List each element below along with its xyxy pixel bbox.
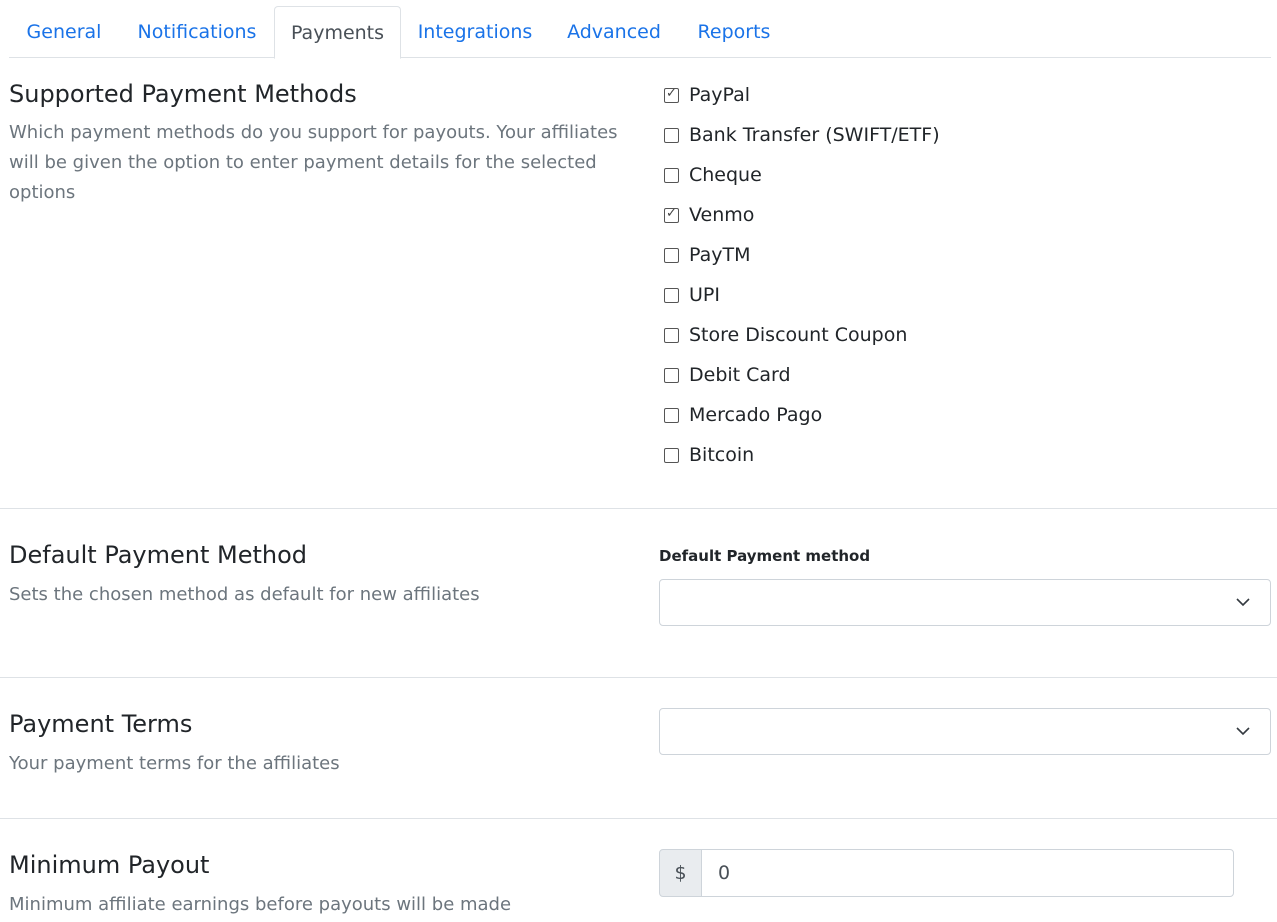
checkbox-debit-card[interactable]: Debit Card xyxy=(664,360,1064,390)
checkbox-label: Store Discount Coupon xyxy=(689,324,908,346)
tab-advanced[interactable]: Advanced xyxy=(557,6,671,58)
checkbox-label: Bitcoin xyxy=(689,444,755,466)
section-divider xyxy=(0,508,1277,509)
minimum-payout-title: Minimum Payout xyxy=(9,851,210,879)
currency-addon: $ xyxy=(659,849,702,897)
minimum-payout-input-group: $ xyxy=(659,849,1234,897)
checkbox-box[interactable] xyxy=(664,127,679,143)
default-method-description: Sets the chosen method as default for ne… xyxy=(9,584,480,605)
checkbox-box[interactable] xyxy=(664,247,679,263)
default-method-field-label: Default Payment method xyxy=(659,547,871,565)
payments-settings-page: General Notifications Payments Integrati… xyxy=(0,0,1277,922)
tab-integrations[interactable]: Integrations xyxy=(408,6,542,58)
checkbox-box[interactable] xyxy=(664,447,679,463)
minimum-payout-description: Minimum affiliate earnings before payout… xyxy=(9,894,512,915)
checkbox-upi[interactable]: UPI xyxy=(664,280,1064,310)
checkbox-label: Venmo xyxy=(689,204,755,226)
checkbox-box[interactable] xyxy=(664,407,679,423)
checkbox-box[interactable] xyxy=(664,167,679,183)
checkbox-box[interactable] xyxy=(664,367,679,383)
tab-notifications[interactable]: Notifications xyxy=(127,6,267,58)
checkbox-label: UPI xyxy=(689,284,720,306)
checkbox-box[interactable]: ✓ xyxy=(664,205,679,223)
chevron-down-icon xyxy=(1236,727,1250,736)
tab-general[interactable]: General xyxy=(9,6,119,58)
settings-tabs: General Notifications Payments Integrati… xyxy=(9,6,1271,59)
payment-terms-title: Payment Terms xyxy=(9,710,193,738)
checkbox-venmo[interactable]: ✓ Venmo xyxy=(664,200,1064,230)
checkbox-mercado-pago[interactable]: Mercado Pago xyxy=(664,400,1064,430)
check-icon: ✓ xyxy=(666,205,677,221)
checkbox-box[interactable] xyxy=(664,287,679,303)
checkbox-box[interactable] xyxy=(664,327,679,343)
default-method-title: Default Payment Method xyxy=(9,541,308,569)
payment-terms-description: Your payment terms for the affiliates xyxy=(9,753,340,774)
checkbox-label: Mercado Pago xyxy=(689,404,823,426)
supported-methods-title: Supported Payment Methods xyxy=(9,80,357,108)
default-method-select[interactable] xyxy=(659,579,1271,626)
supported-methods-description: Which payment methods do you support for… xyxy=(9,122,618,203)
chevron-down-icon xyxy=(1236,598,1250,607)
checkbox-box[interactable]: ✓ xyxy=(664,85,679,103)
tab-reports[interactable]: Reports xyxy=(687,6,781,58)
checkbox-bank-transfer[interactable]: Bank Transfer (SWIFT/ETF) xyxy=(664,120,1064,150)
checkbox-label: Cheque xyxy=(689,164,762,186)
section-divider xyxy=(0,818,1277,819)
checkbox-cheque[interactable]: Cheque xyxy=(664,160,1064,190)
minimum-payout-input[interactable] xyxy=(701,849,1234,897)
checkbox-label: PayTM xyxy=(689,244,751,266)
checkbox-label: Debit Card xyxy=(689,364,791,386)
checkbox-label: Bank Transfer (SWIFT/ETF) xyxy=(689,124,940,146)
payment-terms-select[interactable] xyxy=(659,708,1271,755)
check-icon: ✓ xyxy=(666,85,677,101)
checkbox-paypal[interactable]: ✓ PayPal xyxy=(664,80,1064,110)
checkbox-bitcoin[interactable]: Bitcoin xyxy=(664,440,1064,470)
checkbox-paytm[interactable]: PayTM xyxy=(664,240,1064,270)
tab-payments[interactable]: Payments xyxy=(274,6,401,59)
checkbox-store-discount-coupon[interactable]: Store Discount Coupon xyxy=(664,320,1064,350)
section-divider xyxy=(0,677,1277,678)
checkbox-label: PayPal xyxy=(689,84,751,106)
